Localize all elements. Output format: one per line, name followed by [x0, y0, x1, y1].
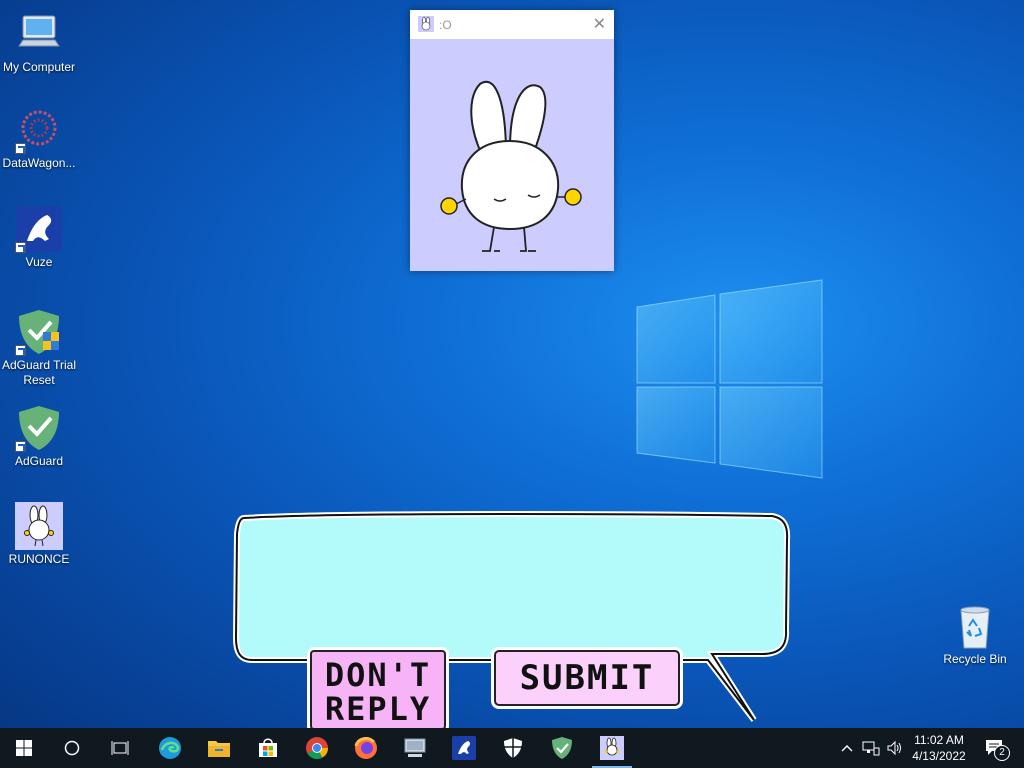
taskbar-bunny-app[interactable] [588, 728, 636, 768]
window-title: :O [439, 18, 452, 32]
close-icon[interactable]: ✕ [593, 14, 606, 34]
bunny-icon [15, 502, 63, 550]
start-button[interactable] [0, 728, 48, 768]
desktop-icon-label: DataWagon... [2, 156, 76, 170]
desktop-icon-label: My Computer [2, 60, 76, 74]
desktop-icon-label: AdGuard Trial Reset [1, 358, 77, 387]
shortcut-arrow-icon [15, 143, 26, 154]
computer-icon [15, 10, 63, 58]
desktop-icon-label: Vuze [25, 255, 53, 269]
taskbar: 11:02 AM 4/13/2022 2 [0, 728, 1024, 768]
windows-wallpaper-logo [636, 279, 823, 479]
computer-icon [404, 738, 426, 757]
taskbar-computer[interactable] [391, 728, 439, 768]
submit-button[interactable]: SUBMIT [494, 650, 680, 706]
firefox-icon [354, 737, 377, 759]
taskbar-clock[interactable]: 11:02 AM 4/13/2022 [905, 728, 973, 768]
show-hidden-icons-button[interactable] [838, 728, 856, 768]
volume-control[interactable] [884, 728, 906, 768]
network-status[interactable] [860, 728, 882, 768]
clock-date: 4/13/2022 [912, 749, 966, 763]
taskbar-vuze[interactable] [440, 728, 488, 768]
bunny-icon [600, 736, 624, 760]
desktop-icon-adguard[interactable]: AdGuard [0, 404, 78, 469]
search-button[interactable] [48, 728, 96, 768]
bunny-illustration [440, 81, 582, 252]
taskbar-chrome[interactable] [293, 728, 341, 768]
desktop-icon-vuze[interactable]: Vuze [0, 205, 78, 270]
volume-icon [887, 740, 901, 756]
notification-count-badge: 2 [994, 745, 1010, 761]
taskbar-adguard[interactable] [538, 728, 586, 768]
reply-input[interactable] [244, 522, 778, 642]
vuze-frog-icon [15, 205, 63, 253]
shield-icon [504, 738, 522, 758]
desktop-icon-label: RUNONCE [8, 552, 70, 566]
search-circle-icon [64, 740, 80, 756]
adguard-shield-uac-icon [15, 308, 63, 356]
adguard-shield-icon [15, 404, 63, 452]
dont-reply-button[interactable]: DON'T REPLY [310, 650, 446, 730]
window-titlebar[interactable]: :O ✕ [410, 10, 614, 39]
shortcut-arrow-icon [15, 242, 26, 253]
taskbar-defender[interactable] [489, 728, 537, 768]
chevron-up-icon [841, 745, 853, 752]
clock-time: 11:02 AM [914, 733, 964, 747]
recycle-bin-icon [951, 602, 999, 650]
taskbar-edge[interactable] [146, 728, 194, 768]
task-view-button[interactable] [96, 728, 144, 768]
desktop-icon-recycle-bin[interactable]: Recycle Bin [936, 602, 1014, 667]
desktop-icon-my-computer[interactable]: My Computer [0, 10, 78, 75]
taskbar-firefox[interactable] [342, 728, 390, 768]
shortcut-arrow-icon [15, 345, 26, 356]
bunny-window[interactable]: :O ✕ [410, 10, 614, 271]
dont-reply-label-line1: DON'T [324, 656, 432, 694]
datawagon-icon [15, 106, 63, 154]
desktop-icon-runonce[interactable]: RUNONCE [0, 502, 78, 567]
desktop-icon-adguard-trial-reset[interactable]: AdGuard Trial Reset [0, 308, 78, 388]
taskbar-store[interactable] [244, 728, 292, 768]
taskbar-file-explorer[interactable] [195, 728, 243, 768]
bunny-icon [418, 16, 434, 32]
adguard-shield-icon [552, 737, 572, 759]
desktop-icon-datawagon[interactable]: DataWagon... [0, 106, 78, 171]
submit-label: SUBMIT [519, 658, 655, 698]
dont-reply-label-line2: REPLY [324, 690, 432, 728]
task-view-icon [111, 741, 129, 755]
network-icon [862, 741, 880, 756]
desktop-icon-label: Recycle Bin [943, 652, 1007, 666]
vuze-frog-icon [452, 736, 476, 760]
windows-start-icon [16, 740, 32, 756]
desktop-icon-label: AdGuard [14, 454, 64, 468]
chrome-icon [306, 737, 328, 759]
store-icon [259, 738, 277, 757]
shortcut-arrow-icon [15, 441, 26, 452]
edge-icon [159, 737, 181, 759]
notification-center-button[interactable]: 2 [980, 728, 1010, 768]
folder-icon [208, 741, 230, 757]
